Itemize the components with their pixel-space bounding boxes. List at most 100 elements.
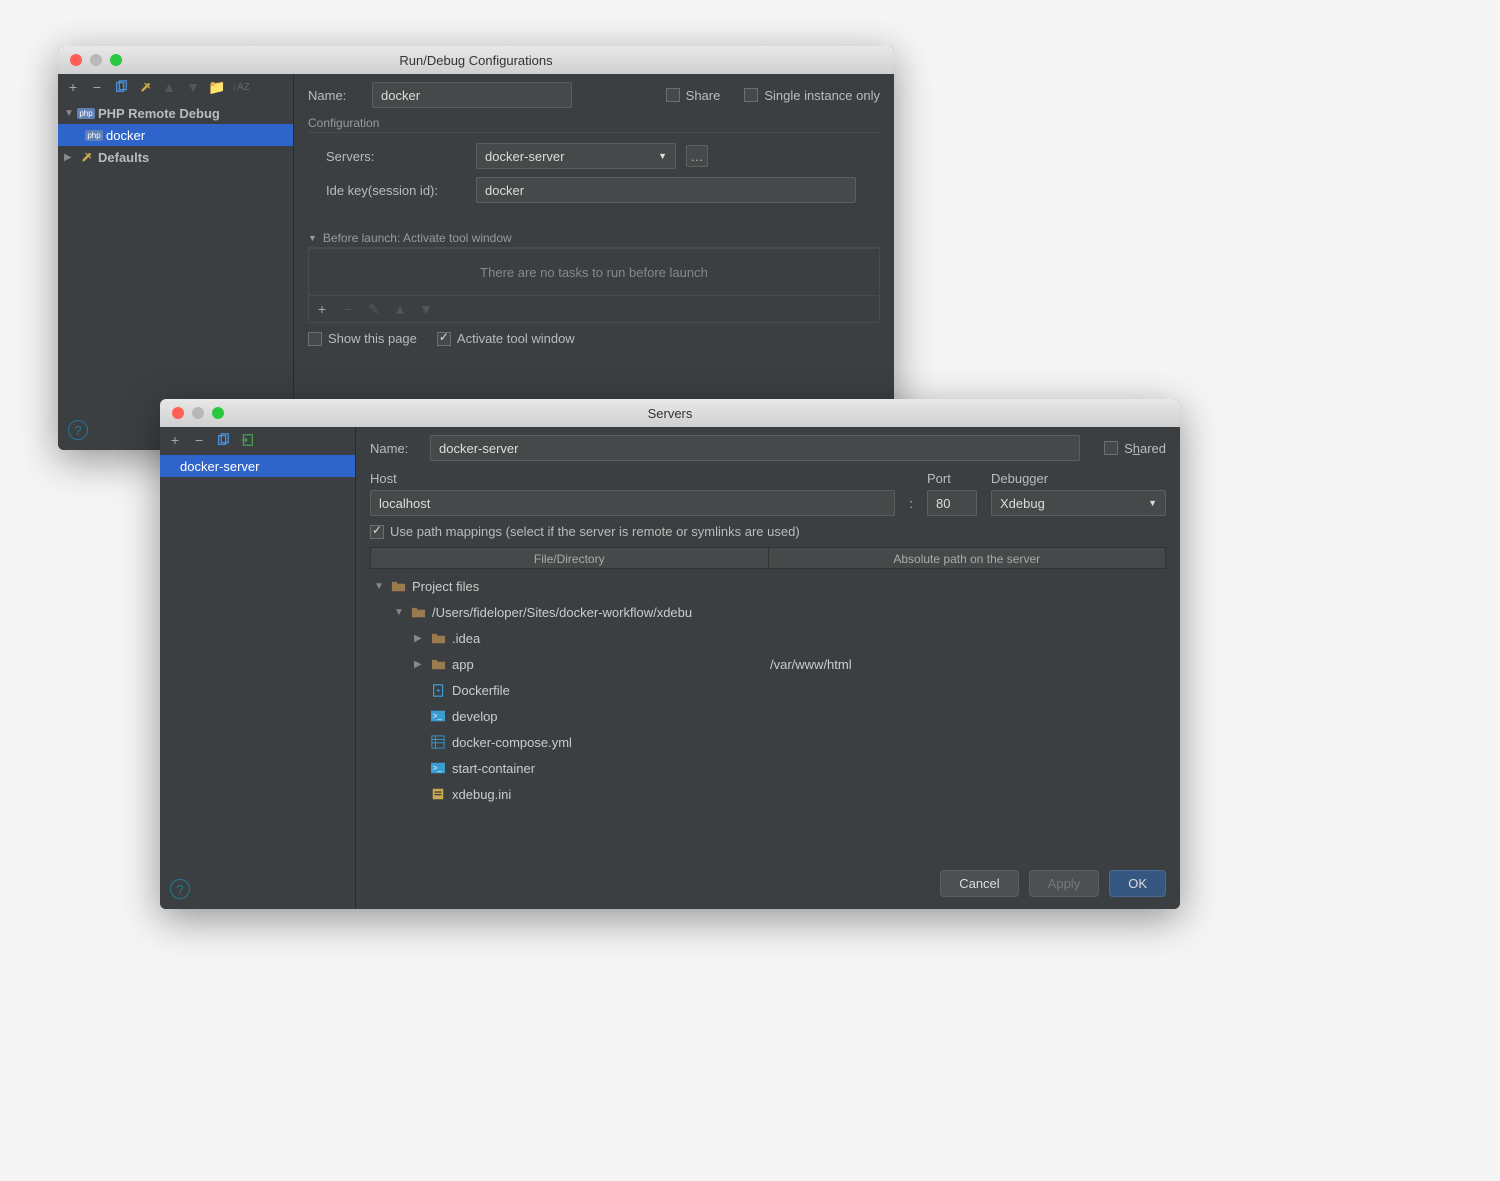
tree-row-develop[interactable]: >_ develop: [370, 703, 1166, 729]
single-instance-checkbox[interactable]: Single instance only: [744, 88, 880, 103]
sidebar-toolbar: + −: [160, 427, 355, 453]
debugger-label: Debugger: [991, 471, 1166, 486]
folder-icon: [390, 578, 406, 594]
chevron-right-icon: ▶: [414, 659, 424, 670]
wrench-icon: [78, 149, 94, 165]
tree-label: Defaults: [98, 150, 149, 165]
idekey-input[interactable]: [476, 177, 856, 203]
tree-item-docker[interactable]: php docker: [58, 124, 293, 146]
folder-icon[interactable]: 📁: [208, 78, 226, 96]
help-icon[interactable]: ?: [170, 879, 190, 899]
servers-select[interactable]: docker-server ▼: [476, 143, 676, 169]
tree-row-app[interactable]: ▶ app /var/www/html: [370, 651, 1166, 677]
add-icon[interactable]: +: [64, 78, 82, 96]
tree-item-server[interactable]: docker-server: [160, 455, 355, 477]
chevron-down-icon[interactable]: ▼: [308, 233, 317, 243]
activate-window-checkbox[interactable]: Activate tool window: [437, 331, 575, 346]
down-icon[interactable]: ▼: [417, 300, 435, 318]
name-label: Name:: [370, 441, 420, 456]
col-file: File/Directory: [371, 548, 769, 568]
host-input[interactable]: [370, 490, 895, 516]
tree-group-php[interactable]: ▼ php PHP Remote Debug: [58, 102, 293, 124]
remove-icon[interactable]: −: [88, 78, 106, 96]
dialog-title: Run/Debug Configurations: [58, 53, 894, 68]
config-section-title: Configuration: [308, 116, 880, 133]
config-icon: [430, 786, 446, 802]
before-launch-list: There are no tasks to run before launch: [308, 248, 880, 296]
dialog-title: Servers: [160, 406, 1180, 421]
debugger-select[interactable]: Xdebug ▼: [991, 490, 1166, 516]
import-icon[interactable]: [238, 431, 256, 449]
tree-group-defaults[interactable]: ▶ Defaults: [58, 146, 293, 168]
folder-icon: [410, 604, 426, 620]
run-debug-dialog: Run/Debug Configurations + − ▲ ▼ 📁 ↓AZ ▼…: [58, 46, 894, 450]
titlebar[interactable]: Servers: [160, 399, 1180, 427]
sidebar-toolbar: + − ▲ ▼ 📁 ↓AZ: [58, 74, 293, 100]
tree-row-xdebug[interactable]: xdebug.ini: [370, 781, 1166, 807]
name-input[interactable]: [372, 82, 572, 108]
remove-icon[interactable]: −: [190, 431, 208, 449]
sort-icon[interactable]: ↓AZ: [232, 78, 250, 96]
tree-row-dockerfile[interactable]: Dockerfile: [370, 677, 1166, 703]
servers-main: Name: Shared Host : Port Debugger Xdebug: [356, 427, 1180, 909]
servers-tree: docker-server: [160, 453, 355, 909]
port-input[interactable]: [927, 490, 977, 516]
grid-icon: [430, 734, 446, 750]
svg-text:>_: >_: [433, 712, 443, 721]
folder-icon: [430, 656, 446, 672]
pathmap-checkbox[interactable]: Use path mappings (select if the server …: [370, 524, 800, 539]
tree-label: docker-server: [180, 459, 259, 474]
chevron-right-icon: ▶: [414, 633, 424, 644]
php-icon: php: [86, 127, 102, 143]
tree-label: docker: [106, 128, 145, 143]
name-input[interactable]: [430, 435, 1080, 461]
tree-row-compose[interactable]: docker-compose.yml: [370, 729, 1166, 755]
edit-icon[interactable]: ✎: [365, 300, 383, 318]
php-icon: php: [78, 105, 94, 121]
down-icon[interactable]: ▼: [184, 78, 202, 96]
servers-label: Servers:: [326, 149, 466, 164]
apply-button[interactable]: Apply: [1029, 870, 1100, 897]
shared-checkbox[interactable]: Shared: [1104, 441, 1166, 456]
before-launch-title: Before launch: Activate tool window: [323, 231, 512, 245]
help-icon[interactable]: ?: [68, 420, 88, 440]
chevron-down-icon: ▼: [374, 581, 384, 592]
port-label: Port: [927, 471, 977, 486]
chevron-down-icon: ▼: [394, 607, 404, 618]
config-sidebar: + − ▲ ▼ 📁 ↓AZ ▼ php PHP Remote Debug php…: [58, 74, 294, 450]
chevron-down-icon: ▼: [64, 108, 74, 119]
chevron-down-icon: ▼: [658, 151, 667, 161]
idekey-label: Ide key(session id):: [326, 183, 466, 198]
add-icon[interactable]: +: [313, 300, 331, 318]
terminal-icon: >_: [430, 760, 446, 776]
remove-icon[interactable]: −: [339, 300, 357, 318]
tree-row-project[interactable]: ▼ Project files: [370, 573, 1166, 599]
up-icon[interactable]: ▲: [160, 78, 178, 96]
name-label: Name:: [308, 88, 362, 103]
tree-label: PHP Remote Debug: [98, 106, 220, 121]
tree-row-root[interactable]: ▼ /Users/fideloper/Sites/docker-workflow…: [370, 599, 1166, 625]
tree-row-idea[interactable]: ▶ .idea: [370, 625, 1166, 651]
before-launch-toolbar: + − ✎ ▲ ▼: [308, 296, 880, 323]
config-main: Name: Share Single instance only Configu…: [294, 74, 894, 450]
cancel-button[interactable]: Cancel: [940, 870, 1018, 897]
col-abspath: Absolute path on the server: [769, 548, 1166, 568]
copy-icon[interactable]: [112, 78, 130, 96]
servers-browse-button[interactable]: …: [686, 145, 708, 167]
chevron-right-icon: ▶: [64, 152, 74, 163]
copy-icon[interactable]: [214, 431, 232, 449]
server-path[interactable]: /var/www/html: [770, 657, 852, 672]
titlebar[interactable]: Run/Debug Configurations: [58, 46, 894, 74]
add-icon[interactable]: +: [166, 431, 184, 449]
show-page-checkbox[interactable]: Show this page: [308, 331, 417, 346]
host-label: Host: [370, 471, 895, 486]
chevron-down-icon: ▼: [1148, 498, 1157, 508]
file-icon: [430, 682, 446, 698]
tree-row-start[interactable]: >_ start-container: [370, 755, 1166, 781]
svg-text:>_: >_: [433, 764, 443, 773]
ok-button[interactable]: OK: [1109, 870, 1166, 897]
pathmap-table-header: File/Directory Absolute path on the serv…: [370, 547, 1166, 569]
settings-icon[interactable]: [136, 78, 154, 96]
up-icon[interactable]: ▲: [391, 300, 409, 318]
share-checkbox[interactable]: Share: [666, 88, 721, 103]
